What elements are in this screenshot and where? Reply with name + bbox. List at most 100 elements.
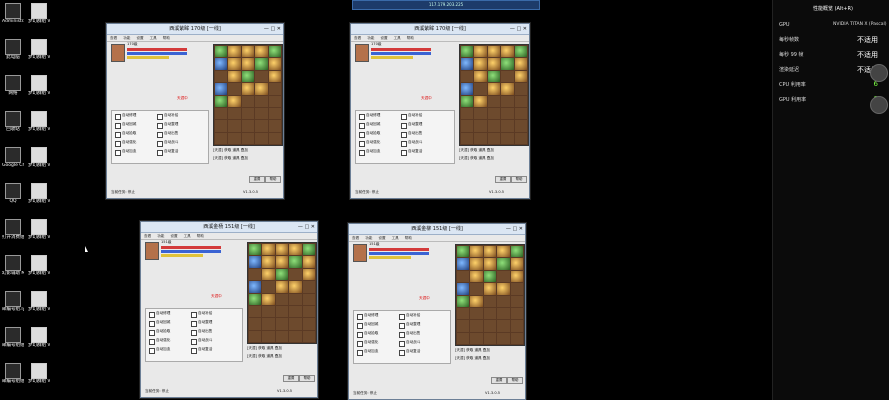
checkbox[interactable] — [359, 114, 365, 120]
inventory-slot[interactable] — [510, 332, 523, 344]
desktop-icon[interactable]: 回收站 — [2, 111, 24, 132]
menu-item[interactable]: 功能 — [157, 234, 164, 238]
inventory-slot[interactable] — [255, 132, 268, 144]
menu-item[interactable]: 查看 — [352, 236, 359, 240]
inventory-slot[interactable] — [262, 318, 275, 330]
desktop-icon[interactable]: 邮编号组.ly — [2, 291, 24, 312]
checkbox[interactable] — [401, 150, 407, 156]
inventory-slot[interactable] — [514, 83, 527, 95]
inventory-slot[interactable] — [510, 295, 523, 307]
reset-button[interactable]: 重置 — [495, 176, 511, 183]
checkbox[interactable] — [115, 123, 121, 129]
menu-item[interactable]: 帮助 — [405, 236, 412, 240]
menu-item[interactable]: 工具 — [394, 36, 401, 40]
inventory-slot[interactable] — [487, 70, 501, 83]
inventory-slot[interactable] — [215, 107, 228, 120]
desktop-icon[interactable]: 梦幻群组 V1.2.7 — [28, 363, 50, 384]
inventory-slot[interactable] — [514, 70, 527, 83]
inventory-slot[interactable] — [461, 132, 474, 144]
inventory-slot[interactable] — [289, 268, 302, 281]
inventory-slot[interactable] — [483, 270, 497, 283]
desktop-icon[interactable]: 梦幻群组 V1.1.0.6 — [28, 3, 50, 24]
inventory-slot[interactable] — [457, 258, 470, 270]
checkbox[interactable] — [149, 312, 155, 318]
menu-item[interactable]: 设置 — [136, 36, 143, 40]
inventory-slot[interactable] — [255, 107, 268, 120]
inventory-slot[interactable] — [249, 244, 262, 256]
inventory-slot[interactable] — [461, 120, 474, 132]
inventory-slot[interactable] — [483, 246, 497, 258]
checkbox[interactable] — [401, 114, 407, 120]
inventory-slot[interactable] — [470, 307, 483, 320]
inventory-slot[interactable] — [228, 95, 241, 107]
inventory-slot[interactable] — [262, 305, 275, 318]
inventory-slot[interactable] — [514, 120, 527, 132]
desktop-icon[interactable]: 梦幻群组 V1.1.5 — [28, 147, 50, 168]
checkbox[interactable] — [191, 348, 197, 354]
inventory-slot[interactable] — [275, 318, 289, 330]
inventory-slot[interactable] — [487, 46, 501, 58]
inventory-slot[interactable] — [474, 46, 487, 58]
inventory-slot[interactable] — [228, 107, 241, 120]
inventory-slot[interactable] — [268, 70, 281, 83]
inventory-slot[interactable] — [501, 95, 514, 107]
inventory-slot[interactable] — [249, 305, 262, 318]
checkbox[interactable] — [357, 341, 363, 347]
inventory-slot[interactable] — [275, 293, 289, 305]
game-window[interactable]: 西溪金杨 151级 [一线]— □ ✕查看功能设置工具帮助151级技能挂机任务打… — [140, 221, 318, 398]
inventory-slot[interactable] — [249, 318, 262, 330]
inventory-slot[interactable] — [262, 281, 275, 293]
reset-button[interactable]: 重置 — [491, 377, 507, 384]
checkbox[interactable] — [357, 314, 363, 320]
inventory-slot[interactable] — [483, 258, 497, 270]
inventory-slot[interactable] — [457, 307, 470, 320]
inventory-slot[interactable] — [268, 58, 281, 70]
inventory-slot[interactable] — [241, 70, 255, 83]
inventory-slot[interactable] — [461, 70, 474, 83]
checkbox[interactable] — [401, 132, 407, 138]
checkbox[interactable] — [149, 339, 155, 345]
inventory-slot[interactable] — [262, 293, 275, 305]
checkbox[interactable] — [157, 141, 163, 147]
inventory-slot[interactable] — [514, 95, 527, 107]
checkbox[interactable] — [157, 150, 163, 156]
inventory-slot[interactable] — [289, 256, 302, 268]
checkbox[interactable] — [359, 132, 365, 138]
inventory-slot[interactable] — [241, 107, 255, 120]
checkbox[interactable] — [191, 312, 197, 318]
inventory-slot[interactable] — [215, 120, 228, 132]
inventory-slot[interactable] — [497, 295, 510, 307]
desktop-icon[interactable]: 梦幻群组 V1.1.0 — [28, 111, 50, 132]
desktop-icon[interactable]: 梦幻群组 V1.2.0 — [28, 219, 50, 240]
desktop-icon[interactable]: 网络 — [2, 75, 24, 96]
game-window[interactable]: 西溪紫眸 170级 [一线]— □ ✕查看功能设置工具帮助170级技能挂机任务打… — [106, 23, 284, 199]
inventory-slot[interactable] — [497, 307, 510, 320]
checkbox[interactable] — [191, 339, 197, 345]
inventory-slot[interactable] — [457, 332, 470, 344]
inventory-slot[interactable] — [474, 107, 487, 120]
inventory-slot[interactable] — [470, 246, 483, 258]
inventory-slot[interactable] — [302, 268, 315, 281]
inventory-slot[interactable] — [487, 132, 501, 144]
checkbox[interactable] — [357, 323, 363, 329]
inventory-grid[interactable] — [213, 44, 283, 146]
inventory-slot[interactable] — [483, 320, 497, 332]
checkbox[interactable] — [399, 323, 405, 329]
inventory-slot[interactable] — [249, 330, 262, 342]
inventory-slot[interactable] — [501, 70, 514, 83]
inventory-slot[interactable] — [483, 307, 497, 320]
checkbox[interactable] — [399, 350, 405, 356]
inventory-slot[interactable] — [510, 258, 523, 270]
inventory-slot[interactable] — [487, 107, 501, 120]
checkbox[interactable] — [401, 141, 407, 147]
inventory-slot[interactable] — [483, 283, 497, 295]
inventory-slot[interactable] — [255, 95, 268, 107]
menu-bar[interactable]: 查看 功能 设置 工具 帮助 — [141, 233, 317, 240]
menu-item[interactable]: 设置 — [380, 36, 387, 40]
inventory-slot[interactable] — [470, 332, 483, 344]
inventory-slot[interactable] — [228, 120, 241, 132]
menu-item[interactable]: 帮助 — [163, 36, 170, 40]
inventory-slot[interactable] — [268, 83, 281, 95]
inventory-slot[interactable] — [215, 95, 228, 107]
inventory-slot[interactable] — [302, 244, 315, 256]
